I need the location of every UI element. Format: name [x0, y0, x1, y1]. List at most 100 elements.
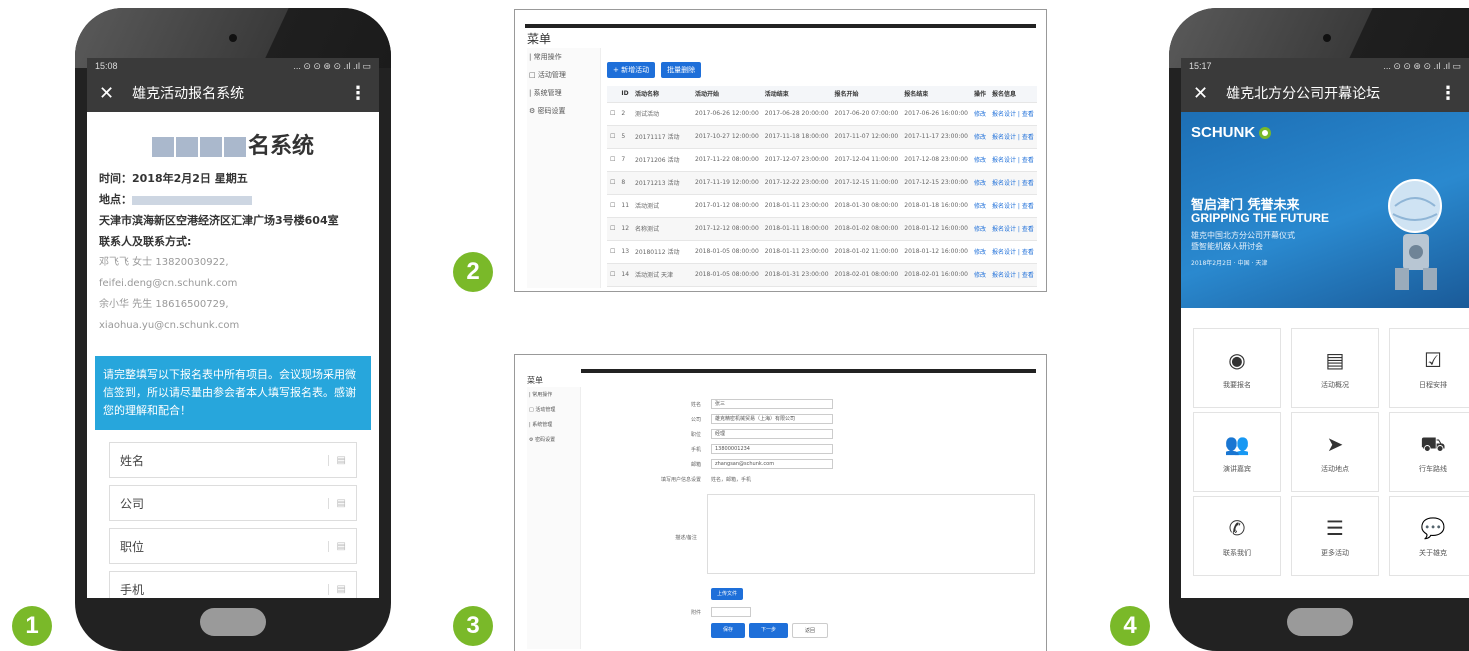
table-cell: 2017-11-19 12:00:00	[692, 171, 762, 195]
row-action-link[interactable]: 报名设计 | 查看	[989, 194, 1037, 218]
tile-label: 日程安排	[1419, 381, 1447, 389]
batch-delete-button[interactable]: 批量删除	[661, 62, 702, 78]
table-cell: 2018-01-02 08:00:00	[831, 217, 902, 241]
row-checkbox[interactable]: ☐	[607, 286, 619, 291]
row-action-link[interactable]: 修改	[970, 263, 989, 287]
close-icon[interactable]: ✕	[99, 83, 114, 104]
row-checkbox[interactable]: ☐	[607, 171, 619, 195]
sidebar-item-common: | 常用操作	[529, 53, 562, 61]
next-button[interactable]: 下一步	[749, 623, 789, 638]
row-action-link[interactable]: 修改	[970, 240, 989, 264]
notice-box: 请完整填写以下报名表中所有项目。会议现场采用微信签到，所以请尽量由参会者本人填写…	[95, 356, 371, 430]
more-menu-icon[interactable]: ⋮	[349, 83, 367, 104]
sidebar-item-activity[interactable]: □ 活动管理	[527, 66, 600, 84]
row-checkbox[interactable]: ☐	[607, 263, 619, 287]
status-bar: 15:17 ... ⊙ ⊙ ⊛ ⊙ .ıl .ıl ▭	[1181, 58, 1469, 74]
close-icon[interactable]: ✕	[1193, 83, 1208, 104]
phone-registration: 15:08 ... ⊙ ⊙ ⊛ ⊙ .ıl .ıl ▭ ✕ 雄克活动报名系统 ⋮…	[75, 8, 391, 651]
form-input[interactable]: 经理	[711, 429, 833, 439]
mobile-field[interactable]: 手机 ▤	[109, 571, 357, 598]
table-cell: 2017-12-12 08:00:00	[692, 217, 762, 241]
row-checkbox[interactable]: ☐	[607, 148, 619, 172]
slogan-en: GRIPPING THE FUTURE	[1191, 211, 1330, 225]
table-row: ☐ 13 20180112 活动 2018-01-05 08:00:00 2018-01…	[607, 240, 1037, 264]
row-action-link[interactable]: 报名设计 | 查看	[989, 286, 1037, 291]
row-action-link[interactable]: 修改	[970, 171, 989, 195]
upload-button[interactable]: 上传文件	[711, 588, 744, 600]
page-title: 名系统	[87, 128, 379, 160]
table-cell: 7	[618, 148, 633, 172]
row-action-link[interactable]: 报名设计 | 查看	[989, 240, 1037, 264]
row-action-link[interactable]: 报名设计 | 查看	[989, 125, 1037, 149]
more-menu-icon[interactable]: ⋮	[1439, 83, 1457, 104]
home-button[interactable]	[1287, 608, 1353, 636]
feature-tile[interactable]: 👥 演讲嘉宾	[1193, 412, 1281, 492]
table-cell: 2017-06-28 20:00:00	[761, 102, 832, 126]
table-cell: 12	[618, 217, 633, 241]
row-action-link[interactable]: 修改	[970, 194, 989, 218]
sidebar-item-password[interactable]: ⚙ 密码设置	[527, 432, 580, 447]
form-input[interactable]: zhangsan@schunk.com	[711, 459, 833, 469]
table-cell: 2018-02-01 23:00:00	[761, 286, 832, 291]
feature-tile[interactable]: ☰ 更多活动	[1291, 496, 1379, 576]
form-input[interactable]: 雄克精密机械贸易（上海）有限公司	[711, 414, 833, 424]
save-button[interactable]: 保存	[711, 623, 746, 638]
card-icon: ▤	[328, 454, 346, 466]
row-action-link[interactable]: 修改	[970, 148, 989, 172]
row-checkbox[interactable]: ☐	[607, 194, 619, 218]
feature-tile[interactable]: ➤ 活动地点	[1291, 412, 1379, 492]
navigation-arrow-icon: ➤	[1326, 432, 1344, 456]
feature-tile[interactable]: ✆ 联系我们	[1193, 496, 1281, 576]
table-cell: 2017-12-15 11:00:00	[831, 171, 902, 195]
row-checkbox[interactable]: ☐	[607, 125, 619, 149]
back-button[interactable]: 返回	[792, 623, 829, 638]
description-textarea[interactable]	[706, 494, 1035, 574]
table-cell: 2018-01-05 08:00:00	[692, 286, 762, 291]
name-field[interactable]: 姓名 ▤	[109, 442, 357, 478]
robot-gripper-icon	[1388, 179, 1442, 290]
sidebar-item-password[interactable]: ⚙ 密码设置	[527, 102, 600, 120]
row-action-link[interactable]: 修改	[970, 217, 989, 241]
attachment-input[interactable]	[711, 607, 751, 617]
form-input[interactable]: 13800001234	[711, 444, 833, 454]
row-action-link[interactable]: 修改	[970, 102, 989, 126]
sidebar-item-system: | 系统管理	[529, 422, 553, 428]
table-cell: 测试活动	[632, 102, 693, 126]
registration-screen: 15:08 ... ⊙ ⊙ ⊛ ⊙ .ıl .ıl ▭ ✕ 雄克活动报名系统 ⋮…	[87, 58, 379, 598]
sidebar-item-common: | 常用操作	[529, 392, 553, 398]
feature-tile[interactable]: ☑ 日程安排	[1389, 328, 1469, 408]
table-cell: 20171213 活动	[632, 171, 693, 195]
row-action-link[interactable]: 报名设计 | 查看	[989, 171, 1037, 195]
main-panel: + 新增活动 批量删除 ID 活动名称 活动开始 活动结束 报名开始 报名结束 …	[607, 54, 1037, 291]
row-action-link[interactable]: 修改	[970, 125, 989, 149]
row-action-link[interactable]: 报名设计 | 查看	[989, 263, 1037, 287]
add-activity-button[interactable]: + 新增活动	[607, 62, 656, 78]
feature-tile[interactable]: 💬 关于雄克	[1389, 496, 1469, 576]
table-cell: 2018-01-02 08:00:00	[831, 286, 902, 291]
form-input[interactable]: 张三	[711, 399, 833, 409]
table-cell: 2	[618, 102, 633, 126]
row-action-link[interactable]: 报名设计 | 查看	[989, 217, 1037, 241]
row-checkbox[interactable]: ☐	[607, 102, 619, 126]
camera-icon	[229, 34, 237, 42]
position-field[interactable]: 职位 ▤	[109, 528, 357, 564]
table-cell: 2018-02-01 16:00:00	[901, 263, 971, 287]
row-checkbox[interactable]: ☐	[607, 240, 619, 264]
feature-tile[interactable]: ▤ 活动概况	[1291, 328, 1379, 408]
sidebar-item-activity[interactable]: □ 活动管理	[527, 402, 580, 417]
table-cell: 15	[618, 286, 633, 291]
table-header-row: ID 活动名称 活动开始 活动结束 报名开始 报名结束 操作 报名信息	[607, 86, 1037, 103]
table-row: ☐ 7 20171206 活动 2017-11-22 08:00:00 2017-12-…	[607, 148, 1037, 172]
home-button[interactable]	[200, 608, 266, 636]
form-label: 邮箱	[690, 461, 701, 468]
table-cell: 2017-12-07 23:00:00	[761, 148, 832, 172]
row-action-link[interactable]: 报名设计 | 查看	[989, 148, 1037, 172]
feature-tile[interactable]: ◉ 我要报名	[1193, 328, 1281, 408]
feature-tile[interactable]: ⛟ 行车路线	[1389, 412, 1469, 492]
row-action-link[interactable]: 报名设计 | 查看	[989, 102, 1037, 126]
row-action-link[interactable]: 修改	[970, 286, 989, 291]
company-field[interactable]: 公司 ▤	[109, 485, 357, 521]
event-location-label: 地点：	[99, 189, 367, 210]
row-checkbox[interactable]: ☐	[607, 217, 619, 241]
status-time: 15:08	[95, 61, 118, 71]
